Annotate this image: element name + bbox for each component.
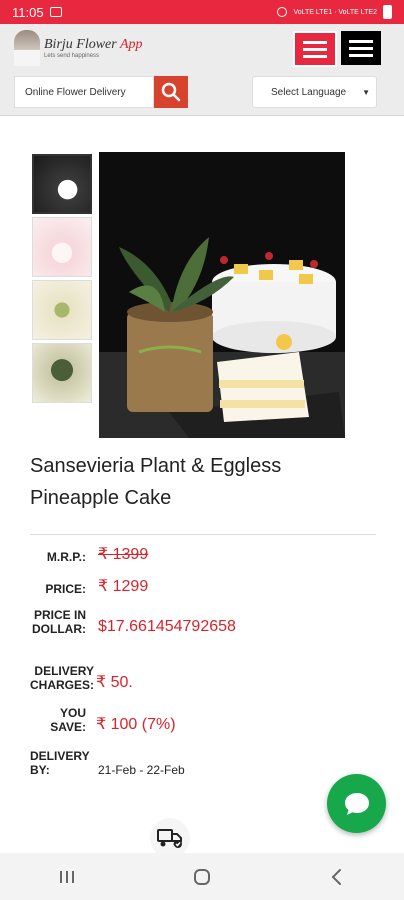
mrp-label: M.R.P.: — [46, 550, 86, 564]
mrp-value: ₹ 1399 — [98, 546, 149, 563]
you-save-label: YOU SAVE: — [50, 706, 86, 734]
you-save-value: ₹ 100 (7%) — [96, 716, 176, 733]
delivery-by-row: DELIVERY BY: 21-Feb - 22-Feb — [30, 749, 185, 777]
mrp-row: M.R.P.: ₹ 1399 — [30, 544, 148, 564]
thumbnail-1[interactable] — [32, 154, 92, 214]
back-icon[interactable] — [327, 867, 347, 887]
founder-avatar — [14, 30, 40, 66]
search-input[interactable]: Online Flower Delivery — [14, 76, 154, 108]
chat-button[interactable] — [327, 774, 386, 833]
delivery-info-button[interactable] — [150, 818, 190, 858]
logo-title: Birju Flower — [44, 37, 117, 52]
thumbnail-2[interactable] — [32, 217, 92, 277]
price-value: ₹ 1299 — [98, 578, 149, 595]
battery-icon — [383, 5, 392, 19]
divider — [30, 534, 376, 535]
system-nav-bar — [0, 853, 404, 900]
logo-title-app: App — [119, 37, 143, 52]
chat-bubble-icon — [344, 792, 369, 815]
delivery-by-label: DELIVERY BY: — [30, 749, 90, 777]
recent-apps-icon[interactable] — [57, 868, 77, 886]
dropdown-arrow-icon: ▼ — [362, 87, 370, 97]
brand-logo[interactable]: Birju Flower App Lets send happiness — [14, 30, 143, 66]
price-label: PRICE: — [45, 582, 86, 596]
category-menu-button[interactable] — [293, 31, 337, 67]
search-icon — [161, 82, 181, 102]
hamburger-icon — [349, 39, 373, 43]
delivery-charges-label: DELIVERY CHARGES: — [29, 664, 94, 692]
you-save-row: YOU SAVE: ₹ 100 (7%) — [30, 706, 176, 734]
language-select-label: Select Language — [271, 86, 347, 98]
app-header: Birju Flower App Lets send happiness Onl… — [0, 24, 404, 116]
delivery-charges-value: ₹ 50. — [96, 674, 133, 691]
delivery-truck-icon — [157, 829, 182, 848]
delivery-charges-row: DELIVERY CHARGES: ₹ 50. — [28, 664, 133, 692]
dollar-price-row: PRICE IN DOLLAR: $17.661454792658 — [30, 608, 236, 636]
app-root: 11:05 VoLTE LTE1 · VoLTE LTE2 Birju Flow… — [0, 0, 404, 900]
network-indicator: VoLTE LTE1 · VoLTE LTE2 — [293, 8, 377, 16]
product-main-image[interactable] — [99, 152, 345, 438]
gallery-icon — [49, 7, 62, 17]
thumbnail-4[interactable] — [32, 343, 92, 403]
status-bar: 11:05 VoLTE LTE1 · VoLTE LTE2 — [0, 0, 404, 24]
status-time: 11:05 — [12, 4, 44, 20]
hamburger-icon — [303, 40, 327, 44]
thumbnail-3[interactable] — [32, 280, 92, 340]
product-photo — [99, 152, 345, 438]
search-button[interactable] — [154, 76, 188, 108]
thumbnail-gallery — [32, 154, 94, 406]
dollar-price-label: PRICE IN DOLLAR: — [32, 608, 86, 636]
main-menu-button[interactable] — [341, 31, 381, 65]
delivery-by-value: 21-Feb - 22-Feb — [98, 763, 185, 777]
dollar-price-value: $17.661454792658 — [98, 618, 236, 635]
home-icon[interactable] — [192, 867, 212, 887]
logo-subtitle: Lets send happiness — [44, 53, 100, 59]
language-select[interactable]: Select Language ▼ — [252, 76, 377, 108]
alarm-icon — [277, 7, 288, 17]
price-row: PRICE: ₹ 1299 — [30, 576, 148, 596]
product-title: Sansevieria Plant & Eggless Pineapple Ca… — [30, 455, 282, 509]
